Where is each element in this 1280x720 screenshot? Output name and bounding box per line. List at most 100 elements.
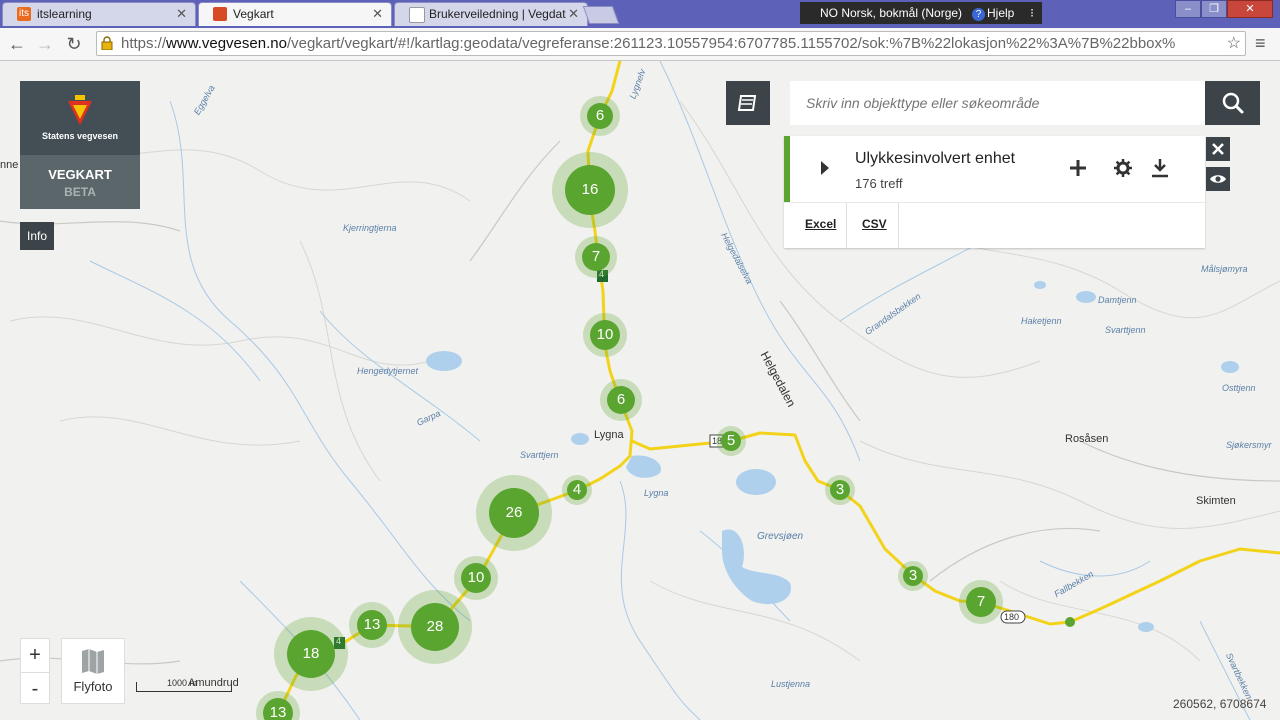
button-divider [846, 203, 847, 248]
close-icon[interactable]: ✕ [176, 6, 187, 22]
reload-icon[interactable]: ↻ [62, 32, 86, 56]
visibility-toggle-button[interactable] [1206, 167, 1230, 191]
place-rosasen: Rosåsen [1065, 433, 1109, 445]
coordinate-readout: 260562, 6708674 [1173, 697, 1267, 711]
accident-cluster[interactable]: 3 [898, 561, 928, 591]
plus-icon[interactable] [1067, 157, 1089, 179]
logo-header: Statens vegvesen [20, 81, 140, 155]
chevron-down-icon[interactable]: ⁝ [1030, 2, 1034, 24]
vegvesen-favicon [213, 7, 227, 21]
map-icon [82, 649, 104, 674]
scale-label: 1000 m [167, 678, 198, 688]
accident-cluster[interactable]: 13 [349, 602, 395, 648]
info-button[interactable]: Info [20, 222, 54, 250]
tab-vegkart[interactable]: Vegkart ✕ [198, 2, 392, 26]
browser-tab-strip: its itslearning ✕ Vegkart ✕ Brukerveiled… [0, 0, 1280, 28]
close-icon[interactable]: ✕ [372, 6, 383, 22]
forward-arrow-icon[interactable]: → [33, 32, 57, 56]
url-text: https://www.vegvesen.no/vegkart/vegkart/… [121, 35, 1176, 52]
search-button[interactable] [1205, 81, 1260, 125]
new-tab-button[interactable] [582, 6, 620, 24]
maximize-button[interactable]: ❐ [1201, 0, 1227, 18]
water-lustjenna: Lustjenna [771, 679, 811, 689]
app-name: VEGKART [48, 167, 112, 182]
close-icon[interactable]: ✕ [568, 6, 579, 22]
place-lygna: Lygna [594, 429, 624, 441]
vegvesen-emblem-icon [68, 95, 92, 125]
search-input[interactable] [790, 81, 1205, 125]
accident-cluster[interactable]: 10 [583, 313, 627, 357]
accident-cluster[interactable]: 7 [959, 580, 1003, 624]
button-divider [898, 203, 899, 248]
tab-label: Brukerveiledning | Vegdat [429, 7, 566, 21]
water-damtjenn: Damtjenn [1098, 295, 1137, 305]
road-180-label-b: 180 [1004, 612, 1020, 622]
water-malsjomyra: Målsjømyra [1201, 264, 1248, 274]
result-panel: Ulykkesinvolvert enhet 176 treff Excel C… [784, 136, 1205, 248]
result-title: Ulykkesinvolvert enhet [855, 150, 1016, 167]
vegvesen-logo-block[interactable]: Statens vegvesen VEGKART BETA [20, 81, 140, 209]
water-kjerringtjerna: Kjerringtjerna [343, 223, 397, 233]
document-favicon [409, 7, 425, 23]
bookmark-star-icon[interactable]: ☆ [1227, 32, 1241, 55]
beta-label: BETA [64, 185, 96, 199]
eye-icon [1210, 175, 1226, 183]
zoom-in-button[interactable]: + [21, 639, 49, 671]
gear-icon[interactable] [1112, 157, 1134, 179]
water-hengedytjernet: Hengedytjernet [357, 366, 419, 376]
export-csv-button[interactable]: CSV [862, 217, 887, 231]
language-label[interactable]: NO Norsk, bokmål (Norge) [820, 2, 962, 24]
close-icon [1212, 143, 1224, 155]
accident-cluster[interactable]: 26 [476, 475, 552, 551]
help-label: Hjelp [987, 6, 1015, 20]
window-close-button[interactable]: ✕ [1227, 0, 1273, 18]
itslearning-favicon: its [17, 7, 31, 21]
help-icon: ? [972, 8, 985, 21]
accident-cluster[interactable]: 6 [600, 379, 642, 421]
accident-cluster[interactable]: 16 [552, 152, 628, 228]
water-sjokersmyr: Sjøkersmyr [1226, 440, 1272, 450]
accident-cluster[interactable]: 10 [454, 556, 498, 600]
water-haketjenn: Haketjenn [1021, 316, 1062, 326]
water-svarttjern: Svarttjern [520, 450, 559, 460]
water-lygna-river: Lygna [644, 488, 669, 498]
result-count: 176 treff [855, 176, 903, 191]
panel-divider [784, 202, 1205, 203]
search-icon [1222, 92, 1244, 114]
book-icon [737, 95, 757, 111]
place-nne: nne [0, 159, 19, 171]
menu-icon[interactable]: ≡ [1255, 34, 1271, 52]
flyfoto-button[interactable]: Flyfoto [61, 638, 125, 704]
tab-itslearning[interactable]: its itslearning ✕ [2, 2, 196, 26]
tab-label: Vegkart [233, 7, 274, 21]
water-svarttjenn: Svarttjenn [1105, 325, 1146, 335]
accident-cluster[interactable]: 5 [716, 426, 746, 456]
scale-bar: 1000 m [136, 678, 232, 692]
accident-cluster[interactable]: 4 [562, 475, 592, 505]
export-excel-button[interactable]: Excel [805, 217, 836, 231]
close-panel-button[interactable] [1206, 137, 1230, 161]
language-bar: NO Norsk, bokmål (Norge) ? Hjelp ⁝ [800, 2, 1042, 24]
water-osttjenn: Osttjenn [1222, 383, 1256, 393]
book-button[interactable] [726, 81, 770, 125]
org-name: Statens vegvesen [41, 131, 119, 141]
panel-accent-bar [784, 136, 790, 202]
expand-arrow-icon[interactable] [821, 161, 829, 175]
minimize-button[interactable]: – [1175, 0, 1201, 18]
help-link[interactable]: ? Hjelp [972, 2, 1014, 24]
zoom-out-button[interactable]: - [21, 672, 49, 705]
tab-brukerveiledning[interactable]: Brukerveiledning | Vegdat ✕ [394, 2, 588, 26]
accident-cluster[interactable]: 6 [580, 96, 620, 136]
browser-toolbar: ← → ↻ https://www.vegvesen.no/vegkart/ve… [0, 28, 1280, 61]
download-icon[interactable] [1149, 157, 1171, 179]
place-skimten: Skimten [1196, 495, 1236, 507]
address-bar[interactable]: https://www.vegvesen.no/vegkart/vegkart/… [96, 31, 1246, 56]
logo-footer [20, 155, 140, 209]
back-arrow-icon[interactable]: ← [5, 32, 29, 56]
accident-cluster[interactable]: 7 [575, 236, 617, 278]
accident-cluster[interactable]: 3 [825, 475, 855, 505]
accident-cluster[interactable]: 18 [274, 617, 348, 691]
accident-cluster[interactable]: 28 [398, 590, 472, 664]
zoom-control: + - [20, 638, 50, 704]
flyfoto-label: Flyfoto [73, 679, 113, 694]
